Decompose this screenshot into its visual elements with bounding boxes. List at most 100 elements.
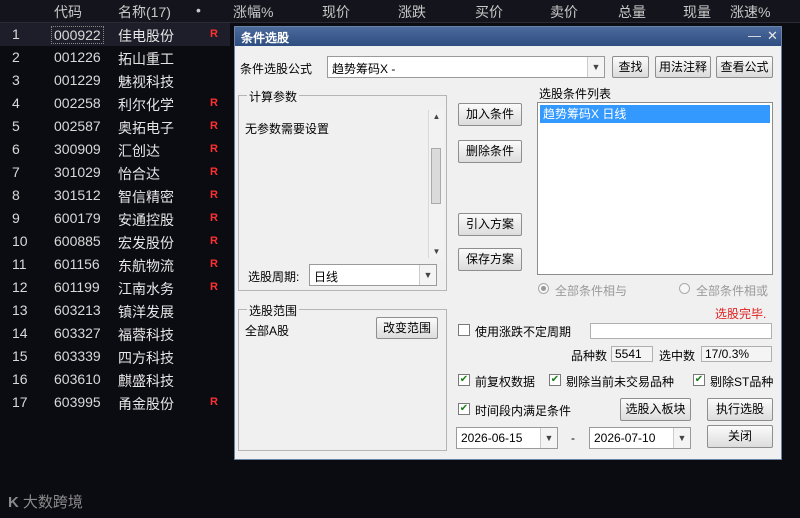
usage-notes-button[interactable]: 用法注释 [655,56,711,78]
stock-name: 汇创达 [118,143,160,159]
formula-select[interactable]: 趋势筹码X - ▼ [327,56,605,78]
to-block-button[interactable]: 选股入板块 [620,398,691,421]
chevron-down-icon[interactable]: ▼ [673,428,690,448]
exclude-untraded-checkbox[interactable]: ✔ [549,374,561,386]
stock-code: 301029 [54,164,101,180]
watermark: K 大数跨境 [8,491,83,512]
view-formula-button[interactable]: 查看公式 [716,56,773,78]
table-row[interactable]: 2 001226 拓山重工 [0,46,230,69]
r-flag-badge: R [210,235,218,247]
scroll-up-icon[interactable]: ▲ [429,112,444,121]
fq-checkbox[interactable]: ✔ [458,374,470,386]
table-row[interactable]: 13 603213 镇洋发展 [0,299,230,322]
table-row[interactable]: 10 600885 宏发股份 R [0,230,230,253]
stock-name: 利尔化学 [118,97,174,113]
col-name[interactable]: 名称(17) [118,2,171,22]
col-bid[interactable]: 买价 [475,2,503,22]
stock-name: 拓山重工 [118,51,174,67]
table-row[interactable]: 9 600179 安通控股 R [0,207,230,230]
radio-all-or[interactable] [679,283,690,294]
change-range-button[interactable]: 改变范围 [376,317,438,339]
change-period-input[interactable] [590,323,772,339]
chevron-down-icon[interactable]: ▼ [540,428,557,448]
row-index: 6 [12,141,20,157]
use-change-period-checkbox[interactable] [458,324,470,336]
table-row[interactable]: 4 002258 利尔化学 R [0,92,230,115]
table-row[interactable]: 1 000922 佳电股份 R [0,23,230,46]
save-scheme-button[interactable]: 保存方案 [458,248,522,271]
radio-all-and[interactable] [538,283,549,294]
formula-value: 趋势筹码X - [332,62,396,76]
execute-button[interactable]: 执行选股 [707,398,773,421]
stock-code: 601199 [54,279,100,295]
table-row[interactable]: 11 601156 东航物流 R [0,253,230,276]
col-code[interactable]: 代码 [54,2,82,22]
col-ask[interactable]: 卖价 [550,2,578,22]
col-change-pct[interactable]: 涨幅% [233,2,273,22]
col-price[interactable]: 现价 [322,2,350,22]
r-flag-badge: R [210,28,218,40]
stock-name: 四方科技 [118,350,174,366]
count-label: 品种数 [571,349,608,363]
time-range-label: 时间段内满足条件 [475,404,572,418]
table-row[interactable]: 8 301512 智信精密 R [0,184,230,207]
find-button[interactable]: 查找 [612,56,649,78]
scroll-thumb[interactable] [431,148,441,204]
date-from-picker[interactable]: 2026-06-15 ▼ [456,427,558,449]
stock-code: 301512 [54,187,101,203]
date-to-value: 2026-07-10 [594,431,656,445]
params-group: 计算参数 无参数需要设置 ▲ ▼ 选股周期: 日线 ▼ [238,88,447,291]
table-row[interactable]: 3 001229 魅视科技 [0,69,230,92]
close-icon[interactable]: ✕ [767,28,778,44]
params-group-title: 计算参数 [247,88,300,105]
scroll-down-icon[interactable]: ▼ [429,247,444,256]
row-index: 16 [12,371,28,387]
params-scrollbar[interactable]: ▲ ▼ [428,110,444,258]
close-button[interactable]: 关闭 [707,425,773,448]
col-volume[interactable]: 总量 [618,2,646,22]
table-row[interactable]: 6 300909 汇创达 R [0,138,230,161]
radio-all-or-label: 全部条件相或 [696,284,769,298]
stock-name: 镇洋发展 [118,304,174,320]
exclude-st-checkbox[interactable]: ✔ [693,374,705,386]
chevron-down-icon[interactable]: ▼ [587,57,604,77]
col-change[interactable]: 涨跌 [398,2,426,22]
stock-code: 001229 [54,72,101,88]
col-cur-volume[interactable]: 现量 [683,2,711,22]
r-flag-badge: R [210,120,218,132]
time-range-checkbox[interactable]: ✔ [458,403,470,415]
delete-condition-button[interactable]: 删除条件 [458,140,522,163]
minimize-icon[interactable]: — [748,28,761,43]
chevron-down-icon[interactable]: ▼ [419,265,436,285]
stock-code: 603995 [54,394,101,410]
dialog-titlebar[interactable]: 条件选股 — ✕ [235,27,781,46]
table-row[interactable]: 5 002587 奥拓电子 R [0,115,230,138]
col-speed[interactable]: 涨速% [730,2,770,22]
exclude-untraded-label: 剔除当前未交易品种 [566,375,675,389]
row-index: 3 [12,72,20,88]
row-index: 5 [12,118,20,134]
table-row[interactable]: 7 301029 怡合达 R [0,161,230,184]
import-scheme-button[interactable]: 引入方案 [458,213,522,236]
stock-name: 江南水务 [118,281,174,297]
use-change-period-label: 使用涨跌不定周期 [475,325,572,339]
table-row[interactable]: 16 603610 麒盛科技 [0,368,230,391]
stock-code: 300909 [54,141,101,157]
table-row[interactable]: 17 603995 甬金股份 R [0,391,230,414]
table-row[interactable]: 12 601199 江南水务 R [0,276,230,299]
table-row[interactable]: 14 603327 福蓉科技 [0,322,230,345]
stock-code: 600885 [54,233,101,249]
row-index: 13 [12,302,28,318]
stock-code: 000922 [51,26,104,44]
date-separator: - [571,431,575,445]
stock-code: 603610 [54,371,101,387]
condition-list-item[interactable]: 趋势筹码X 日线 [540,105,770,123]
r-flag-badge: R [210,189,218,201]
formula-label: 条件选股公式 [240,62,313,76]
table-row[interactable]: 15 603339 四方科技 [0,345,230,368]
date-to-picker[interactable]: 2026-07-10 ▼ [589,427,691,449]
add-condition-button[interactable]: 加入条件 [458,103,522,126]
period-select[interactable]: 日线 ▼ [309,264,437,286]
dialog-title: 条件选股 [241,31,290,45]
condition-list[interactable]: 趋势筹码X 日线 [537,102,773,275]
